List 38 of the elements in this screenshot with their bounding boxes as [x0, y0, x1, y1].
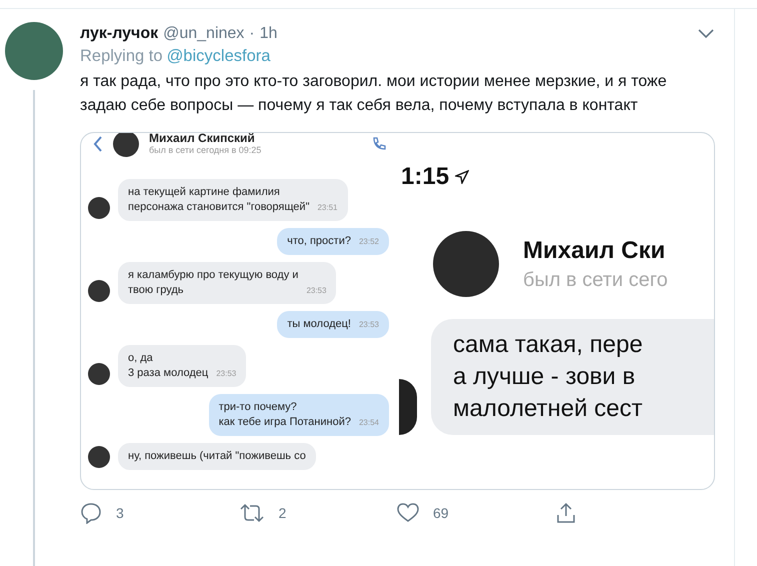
tweet-text: я так рада, что про это кто-то заговорил. мои истории менее мерзкие, и я тоже задаю себе вопросы — почему я так себя вела, почему вступала в контакт	[80, 72, 668, 116]
action-count: 3	[116, 505, 124, 521]
sender-avatar	[88, 280, 110, 302]
mention-link[interactable]: @bicyclesfora	[166, 47, 270, 65]
received-message: на текущей картине фамилия персонажа становится "говорящей" 23:51	[118, 179, 348, 221]
contact-name: Михаил Ски	[523, 236, 666, 264]
contact-name: Михаил Скипский	[149, 133, 256, 144]
author-handle: @un_ninex	[163, 25, 244, 43]
sender-avatar	[88, 363, 110, 385]
received-message: ну, поживешь (читай "поживешь со	[118, 443, 316, 470]
location-arrow-icon	[455, 170, 470, 184]
contact-status: был в сети сего	[523, 268, 668, 292]
action-count: 69	[433, 505, 449, 521]
phone-icon	[371, 136, 387, 152]
chevron-down-icon[interactable]	[698, 29, 714, 39]
retweet-icon[interactable]	[238, 502, 264, 524]
tweet-time[interactable]: 1h	[260, 25, 278, 43]
status-bar-time: 1:15	[401, 163, 450, 191]
received-message: сама такая, пере а лучше - зови в малолетней сест	[431, 319, 714, 435]
heart-icon[interactable]	[397, 503, 419, 523]
received-message: я каламбурю про текущую воду и твою грудь 23:53	[118, 262, 336, 304]
separator: ·	[249, 25, 255, 43]
action-count: 2	[278, 505, 286, 521]
back-chevron-icon	[93, 136, 103, 152]
sent-message: ты молодец! 23:53	[277, 311, 389, 338]
sent-message: три-то почему? как тебе игра Потаниной? 23:54	[208, 394, 389, 436]
sender-avatar	[88, 197, 110, 219]
sender-avatar	[399, 379, 417, 435]
author-name[interactable]: лук-лучок	[80, 25, 158, 43]
attached-image[interactable]	[80, 132, 715, 490]
contact-avatar	[113, 133, 139, 157]
sent-message: что, прости? 23:52	[277, 228, 389, 255]
received-message: о, да 3 раза молодец 23:53	[118, 345, 246, 387]
contact-status: был в сети сегодня в 09:25	[149, 144, 262, 156]
reply-icon[interactable]	[80, 502, 102, 524]
sender-avatar	[88, 446, 110, 468]
replying-label: Replying to	[80, 47, 163, 65]
share-icon[interactable]	[556, 502, 576, 524]
